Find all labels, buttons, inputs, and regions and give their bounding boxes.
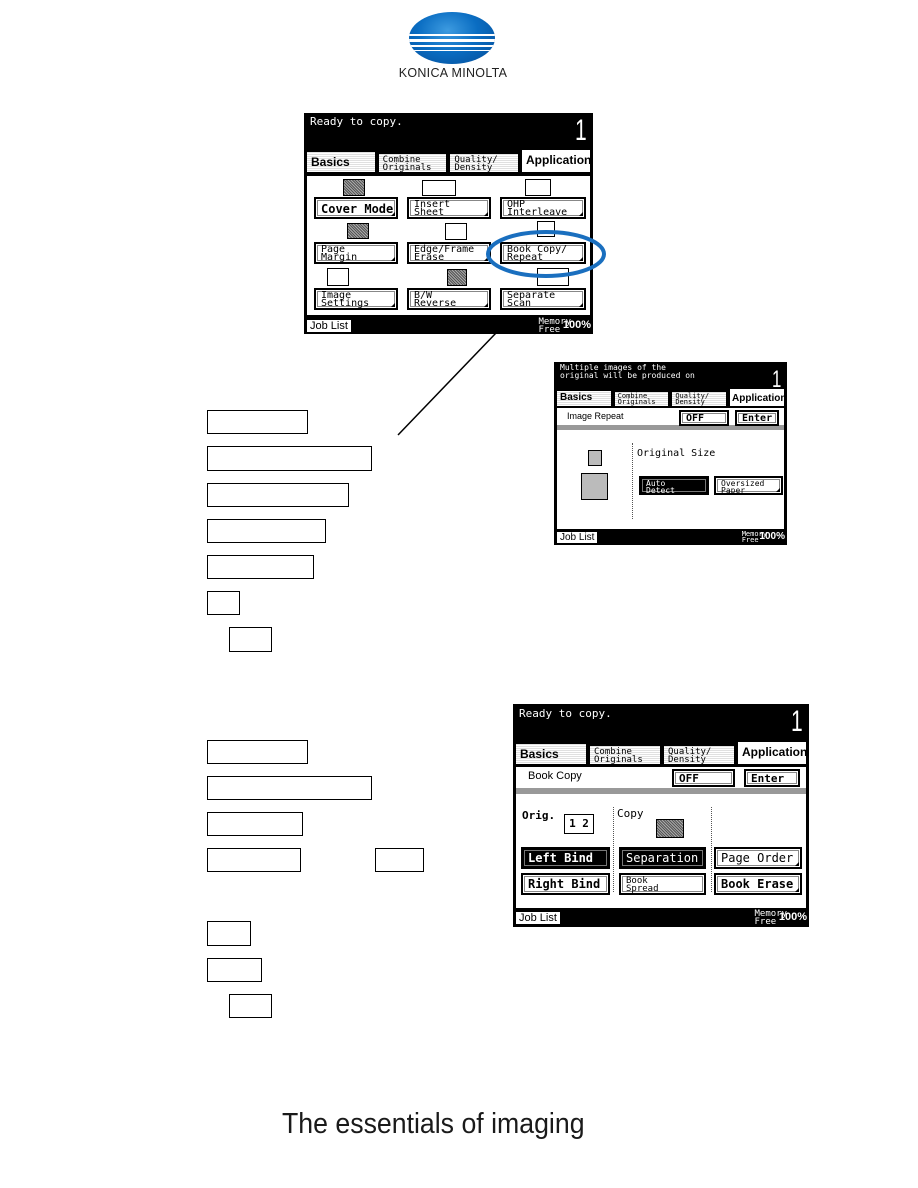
status-message: Multiple images of the original will be … [560,363,695,380]
separation-button[interactable]: Separation [619,847,706,869]
memory-value: 100% [778,911,807,923]
blank-box [207,555,314,579]
tab-application[interactable]: Application [737,741,807,765]
blank-box [207,446,372,471]
status-message: Ready to copy. [519,707,612,720]
page-order-button[interactable]: Page Order [714,847,802,869]
tab-quality-density[interactable]: Quality/ Density [671,391,728,407]
memory-value: 100% [759,531,785,542]
divider-1 [613,807,614,892]
blank-box [207,958,262,982]
blank-box [207,483,349,507]
auto-detect-button[interactable]: Auto Detect [639,476,709,495]
copy-label: Copy [617,807,644,820]
function-title: Image Repeat [567,411,624,421]
book-pages-icon: 1 2 [564,814,594,834]
blank-box [207,812,303,836]
orig-label: Orig. [522,809,556,822]
blank-box [207,776,372,800]
blank-box [207,848,301,872]
tab-combine-originals[interactable]: Combine Originals [613,391,670,407]
book-erase-button[interactable]: Book Erase [714,873,802,895]
book-copy-area: Book Copy OFF Enter Orig. 1 2 Copy Left … [516,767,806,908]
enter-button[interactable]: Enter [744,769,800,787]
blank-box [207,519,326,543]
job-list-button[interactable]: Job List [515,911,561,925]
separation-copy-icon [656,819,684,838]
panel-image-repeat: Multiple images of the original will be … [554,362,787,545]
original-size-label: Original Size [637,448,716,459]
function-title: Book Copy [528,770,582,782]
callout-line [397,332,497,436]
off-indicator: OFF [679,410,729,426]
tab-quality-density[interactable]: Quality/ Density [663,745,735,765]
left-bind-button[interactable]: Left Bind [521,847,610,869]
book-spread-button[interactable]: Book Spread [619,873,706,895]
divider-2 [711,807,712,892]
blank-box [207,410,308,434]
blank-box [375,848,424,872]
tab-combine-originals[interactable]: Combine Originals [589,745,661,765]
blank-box [229,994,272,1018]
job-list-button[interactable]: Job List [556,531,599,544]
page-order-label: Page Order [721,851,794,865]
callout-annotation [397,230,606,436]
blank-box [207,740,308,764]
tab-application[interactable]: Application [729,388,786,407]
vertical-divider [632,443,633,519]
highlight-ellipse [486,230,606,278]
right-bind-button[interactable]: Right Bind [521,873,610,895]
panel-book-copy: Ready to copy. 1 Basics Combine Original… [513,704,809,927]
blank-box [229,627,272,652]
copy-count: 1 [791,705,803,738]
enter-button[interactable]: Enter [735,410,779,426]
off-indicator: OFF [672,769,735,787]
tab-basics[interactable]: Basics [515,743,587,765]
blank-box [207,921,251,946]
oversized-paper-label: Oversized Paper [721,479,765,495]
tagline: The essentials of imaging [282,1108,585,1140]
book-erase-label: Book Erase [721,877,794,891]
single-original-icon [588,450,602,466]
blank-box [207,591,240,615]
tab-basics[interactable]: Basics [556,390,612,407]
image-repeat-area: Image Repeat OFF Enter Original Size Aut… [557,408,784,529]
repeated-images-icon [581,473,608,500]
oversized-paper-button[interactable]: Oversized Paper [714,476,783,495]
